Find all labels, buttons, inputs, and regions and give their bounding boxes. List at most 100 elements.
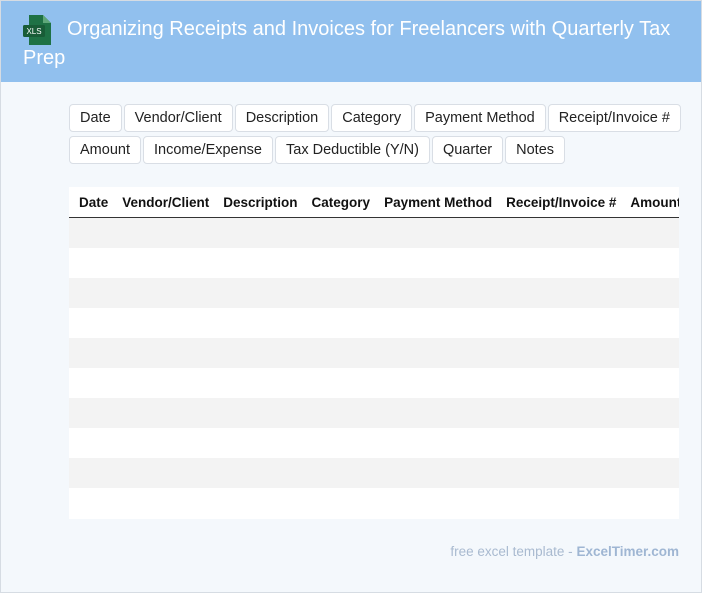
table-cell[interactable] [377,338,500,368]
table-row [69,217,679,248]
data-table: Date Vendor/Client Description Category Paym… [69,187,679,519]
table-cell[interactable] [216,338,305,368]
field-chip-vendor-client[interactable]: Vendor/Client [123,104,233,132]
field-chip-amount[interactable]: Amount [69,136,141,164]
page-title: Organizing Receipts and Invoices for Fre… [23,18,671,69]
table-cell[interactable] [115,308,217,338]
table-row [69,338,679,368]
table-cell[interactable] [216,428,305,458]
field-chip-category[interactable]: Category [331,104,413,132]
table-cell[interactable] [304,428,378,458]
table-cell[interactable] [216,248,305,278]
table-cell[interactable] [499,308,624,338]
table-cell[interactable] [623,398,679,428]
table-cell[interactable] [69,458,116,488]
table-cell[interactable] [623,338,679,368]
table-cell[interactable] [304,308,378,338]
table-cell[interactable] [499,217,624,248]
table-cell[interactable] [304,398,378,428]
table-cell[interactable] [115,368,217,398]
table-cell[interactable] [623,217,679,248]
table-cell[interactable] [623,368,679,398]
table-cell[interactable] [623,248,679,278]
table-cell[interactable] [499,248,624,278]
table-cell[interactable] [69,368,116,398]
table-cell[interactable] [377,308,500,338]
table-cell[interactable] [69,398,116,428]
table-cell[interactable] [499,338,624,368]
table-cell[interactable] [377,248,500,278]
table-cell[interactable] [115,398,217,428]
table-cell[interactable] [377,428,500,458]
table-cell[interactable] [304,338,378,368]
field-chip-tax-deductible-y-n[interactable]: Tax Deductible (Y/N) [275,136,430,164]
table-cell[interactable] [623,308,679,338]
table-cell[interactable] [216,308,305,338]
field-chip-notes[interactable]: Notes [505,136,566,164]
field-chip-payment-method[interactable]: Payment Method [414,104,546,132]
table-cell[interactable] [69,338,116,368]
table-cell[interactable] [499,398,624,428]
field-chip-income-expense[interactable]: Income/Expense [142,136,273,164]
field-chip-receipt-invoice[interactable]: Receipt/Invoice # [547,104,681,132]
table-cell[interactable] [304,368,378,398]
table-cell[interactable] [304,248,378,278]
table-cell[interactable] [69,278,116,308]
column-header: Category [304,187,378,218]
table-cell[interactable] [377,368,500,398]
table-cell[interactable] [115,278,217,308]
table-cell[interactable] [304,278,378,308]
table-cell[interactable] [377,488,500,518]
table-header-row: Date Vendor/Client Description Category Paym… [69,187,679,218]
table-cell[interactable] [115,338,217,368]
table-cell[interactable] [623,458,679,488]
table-cell[interactable] [216,278,305,308]
table-cell[interactable] [69,308,116,338]
table-row [69,458,679,488]
table-cell[interactable] [115,217,217,248]
table-cell[interactable] [377,398,500,428]
table-cell[interactable] [377,278,500,308]
table-cell[interactable] [69,428,116,458]
table-cell[interactable] [499,368,624,398]
table-cell[interactable] [377,217,500,248]
table-cell[interactable] [377,458,500,488]
column-header: Description [216,187,305,218]
table-cell[interactable] [304,488,378,518]
table-row [69,278,679,308]
table-cell[interactable] [216,398,305,428]
column-header: Receipt/Invoice # [499,187,624,218]
table-row [69,428,679,458]
table-cell[interactable] [216,458,305,488]
table-cell[interactable] [623,278,679,308]
table-cell[interactable] [69,248,116,278]
table-cell[interactable] [623,488,679,518]
table-cell[interactable] [69,488,116,518]
table-cell[interactable] [623,428,679,458]
column-header: Vendor/Client [115,187,217,218]
column-header: Payment Method [377,187,500,218]
table-cell[interactable] [499,488,624,518]
table-cell[interactable] [499,278,624,308]
table-cell[interactable] [69,217,116,248]
footer-brand-link[interactable]: ExcelTimer.com [576,544,679,559]
table-cell[interactable] [304,458,378,488]
table-cell[interactable] [115,248,217,278]
field-chip-list: Date Vendor/Client Description Category Paym… [69,104,702,164]
column-header: Date [69,187,116,218]
table-cell[interactable] [216,217,305,248]
table-cell[interactable] [304,217,378,248]
table-cell[interactable] [499,458,624,488]
table-cell[interactable] [115,488,217,518]
header-banner: XLS Organizing Receipts and Invoices for… [1,1,701,82]
table-row [69,398,679,428]
table-cell[interactable] [216,368,305,398]
table-cell[interactable] [216,488,305,518]
field-chip-description[interactable]: Description [234,104,330,132]
table-cell[interactable] [115,458,217,488]
table-cell[interactable] [499,428,624,458]
page-frame: XLS Organizing Receipts and Invoices for… [0,0,702,593]
field-chip-date[interactable]: Date [69,104,122,132]
field-chip-quarter[interactable]: Quarter [431,136,504,164]
table-cell[interactable] [115,428,217,458]
